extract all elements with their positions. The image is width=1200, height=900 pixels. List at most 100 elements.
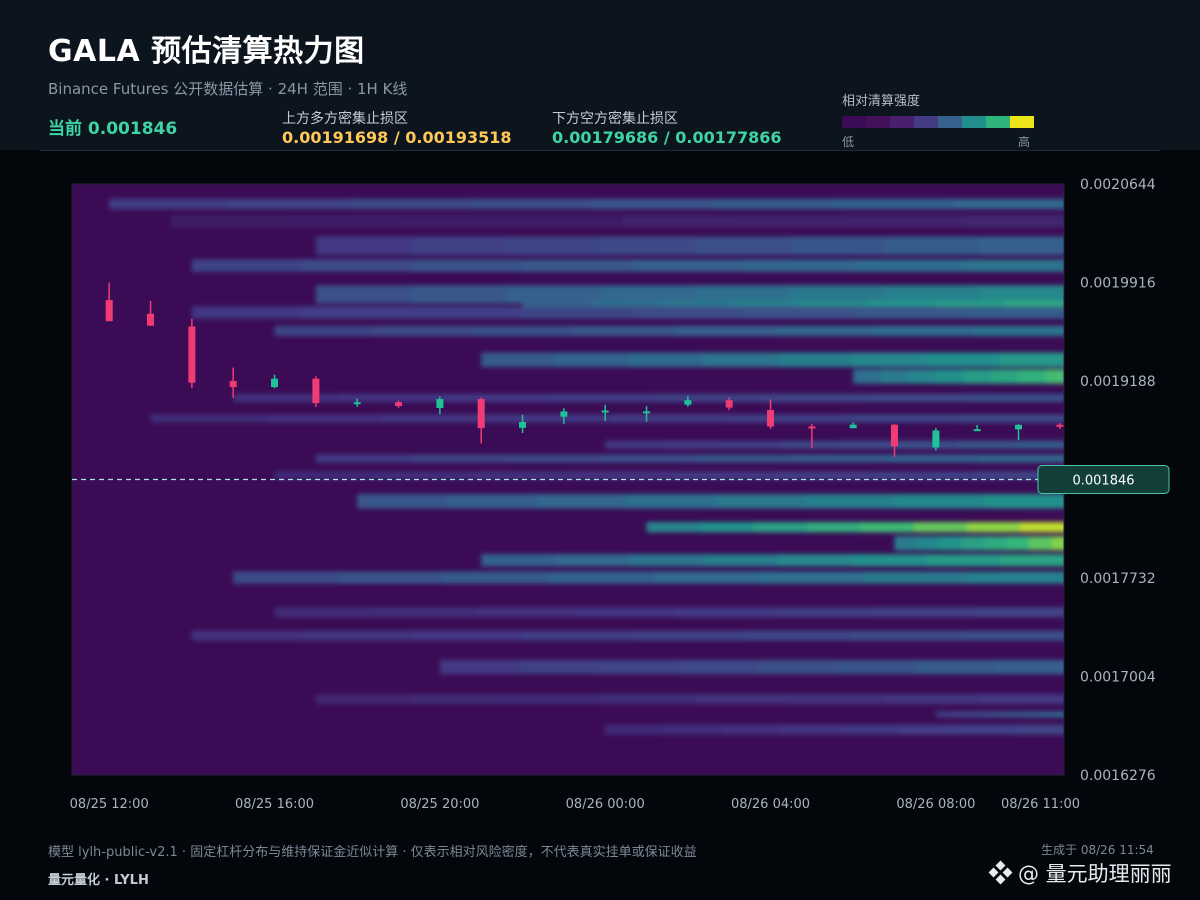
heat-band-11-seg-4 bbox=[612, 414, 729, 423]
candle-body-23 bbox=[1056, 424, 1064, 427]
heat-band-20-seg-0 bbox=[274, 607, 376, 618]
heat-band-7-seg-1 bbox=[374, 325, 476, 337]
heat-band-1-seg-1 bbox=[284, 214, 398, 228]
heat-band-9-seg-0 bbox=[853, 369, 882, 384]
heat-band-8-seg-3 bbox=[703, 352, 779, 367]
heat-band-12-seg-6 bbox=[956, 440, 1017, 449]
heat-band-15-seg-6 bbox=[894, 494, 986, 509]
x-tick-label-5: 08/26 08:00 bbox=[896, 797, 975, 812]
heat-band-23-seg-0 bbox=[315, 694, 412, 705]
heat-band-1-seg-3 bbox=[509, 214, 624, 228]
heat-band-19-seg-7 bbox=[968, 571, 1064, 584]
heat-band-25-seg-1 bbox=[663, 724, 724, 735]
heat-band-10-seg-4 bbox=[653, 393, 760, 402]
candle-body-0 bbox=[105, 300, 113, 322]
heat-band-16-seg-6 bbox=[967, 522, 1022, 533]
heat-band-10-seg-7 bbox=[968, 393, 1064, 402]
heat-band-1-seg-2 bbox=[396, 214, 511, 228]
heat-band-13-seg-3 bbox=[600, 454, 696, 463]
heat-band-3-seg-0 bbox=[191, 259, 304, 272]
heat-band-14-seg-2 bbox=[474, 471, 576, 480]
heat-band-9-seg-5 bbox=[991, 369, 1020, 384]
heat-band-11-seg-0 bbox=[150, 414, 267, 423]
x-tick-label-4: 08/26 04:00 bbox=[731, 797, 810, 812]
candle-body-13 bbox=[643, 411, 650, 414]
y-tick-label-0: 0.0020644 bbox=[1080, 177, 1156, 193]
heat-band-3-seg-3 bbox=[522, 259, 634, 272]
heat-band-14-seg-3 bbox=[574, 471, 676, 480]
heat-band-12-seg-5 bbox=[898, 440, 958, 449]
heat-band-9-seg-2 bbox=[908, 369, 937, 384]
heat-band-11-seg-1 bbox=[266, 414, 383, 423]
heat-band-3-seg-2 bbox=[412, 259, 524, 272]
heat-band-11-seg-5 bbox=[727, 414, 845, 423]
heat-band-17-seg-2 bbox=[939, 536, 963, 551]
heat-band-2-seg-5 bbox=[789, 236, 886, 256]
candle-body-1 bbox=[147, 313, 154, 326]
heat-band-4-seg-1 bbox=[410, 285, 507, 304]
heat-band-10-seg-3 bbox=[548, 393, 655, 402]
candle-body-18 bbox=[849, 424, 857, 429]
heat-band-21-seg-6 bbox=[853, 630, 965, 641]
heat-band-17-seg-6 bbox=[1029, 536, 1053, 551]
heat-band-22-seg-6 bbox=[915, 659, 996, 675]
heat-band-12-seg-1 bbox=[663, 440, 724, 449]
heat-band-7-seg-7 bbox=[974, 325, 1064, 337]
heat-band-25-seg-3 bbox=[781, 724, 841, 735]
heat-band-22-seg-2 bbox=[598, 659, 679, 675]
heat-band-22-seg-1 bbox=[519, 659, 600, 675]
heat-band-7-seg-5 bbox=[774, 325, 876, 337]
heat-band-20-seg-6 bbox=[874, 607, 975, 618]
model-note: 模型 lylh-public-v2.1 · 固定杠杆分布与维持保证金近似计算 ·… bbox=[48, 845, 697, 860]
heat-band-12-seg-0 bbox=[605, 440, 665, 449]
heat-band-23-seg-3 bbox=[600, 694, 696, 705]
heat-band-16-seg-2 bbox=[753, 522, 808, 533]
heat-band-6-seg-5 bbox=[743, 306, 855, 319]
heat-band-18-seg-1 bbox=[555, 554, 631, 567]
heat-band-6-seg-2 bbox=[412, 306, 524, 319]
heat-band-24-seg-7 bbox=[1056, 711, 1064, 718]
heat-band-10-seg-6 bbox=[863, 393, 970, 402]
heat-band-8-seg-4 bbox=[777, 352, 853, 367]
heat-band-19-seg-6 bbox=[863, 571, 970, 584]
heat-band-19-seg-0 bbox=[233, 571, 340, 584]
heat-band-19-seg-4 bbox=[653, 571, 760, 584]
heat-band-12-seg-3 bbox=[781, 440, 841, 449]
heat-band-14-seg-4 bbox=[674, 471, 776, 480]
heat-band-16-seg-1 bbox=[700, 522, 755, 533]
candle-body-12 bbox=[601, 410, 609, 413]
candle-body-6 bbox=[353, 402, 361, 405]
heat-band-16-seg-5 bbox=[913, 522, 969, 533]
heat-band-9-seg-7 bbox=[1046, 369, 1064, 384]
heat-band-7-seg-0 bbox=[274, 325, 376, 337]
heat-band-1-seg-0 bbox=[171, 214, 285, 228]
candle-body-5 bbox=[312, 378, 320, 404]
heat-band-14-seg-6 bbox=[874, 471, 975, 480]
heat-band-21-seg-4 bbox=[632, 630, 745, 641]
heat-band-17-seg-1 bbox=[917, 536, 941, 551]
heat-band-17-seg-5 bbox=[1006, 536, 1031, 551]
heat-band-3-seg-4 bbox=[632, 259, 745, 272]
heat-band-19-seg-1 bbox=[338, 571, 445, 584]
heat-band-3-seg-7 bbox=[963, 259, 1064, 272]
heat-band-15-seg-0 bbox=[357, 494, 448, 509]
heat-band-23-seg-5 bbox=[789, 694, 886, 705]
heat-band-1-seg-7 bbox=[961, 214, 1064, 228]
candle-body-10 bbox=[519, 422, 526, 428]
heat-band-8-seg-6 bbox=[925, 352, 1001, 367]
heat-band-15-seg-5 bbox=[805, 494, 896, 509]
heat-band-18-seg-4 bbox=[777, 554, 853, 567]
y-tick-label-4: 0.0017732 bbox=[1080, 571, 1156, 587]
heat-band-23-seg-1 bbox=[410, 694, 507, 705]
heat-band-19-seg-3 bbox=[548, 571, 655, 584]
candle-body-3 bbox=[229, 381, 237, 388]
heat-band-18-seg-2 bbox=[629, 554, 705, 567]
heat-band-23-seg-4 bbox=[694, 694, 791, 705]
heat-band-3-seg-6 bbox=[853, 259, 965, 272]
watermark: @ 量元助理丽丽 bbox=[988, 858, 1172, 888]
heat-band-18-seg-0 bbox=[481, 554, 557, 567]
heat-band-8-seg-5 bbox=[851, 352, 927, 367]
heat-band-20-seg-1 bbox=[374, 607, 476, 618]
heat-band-16-seg-4 bbox=[860, 522, 915, 533]
heat-band-2-seg-2 bbox=[505, 236, 602, 256]
